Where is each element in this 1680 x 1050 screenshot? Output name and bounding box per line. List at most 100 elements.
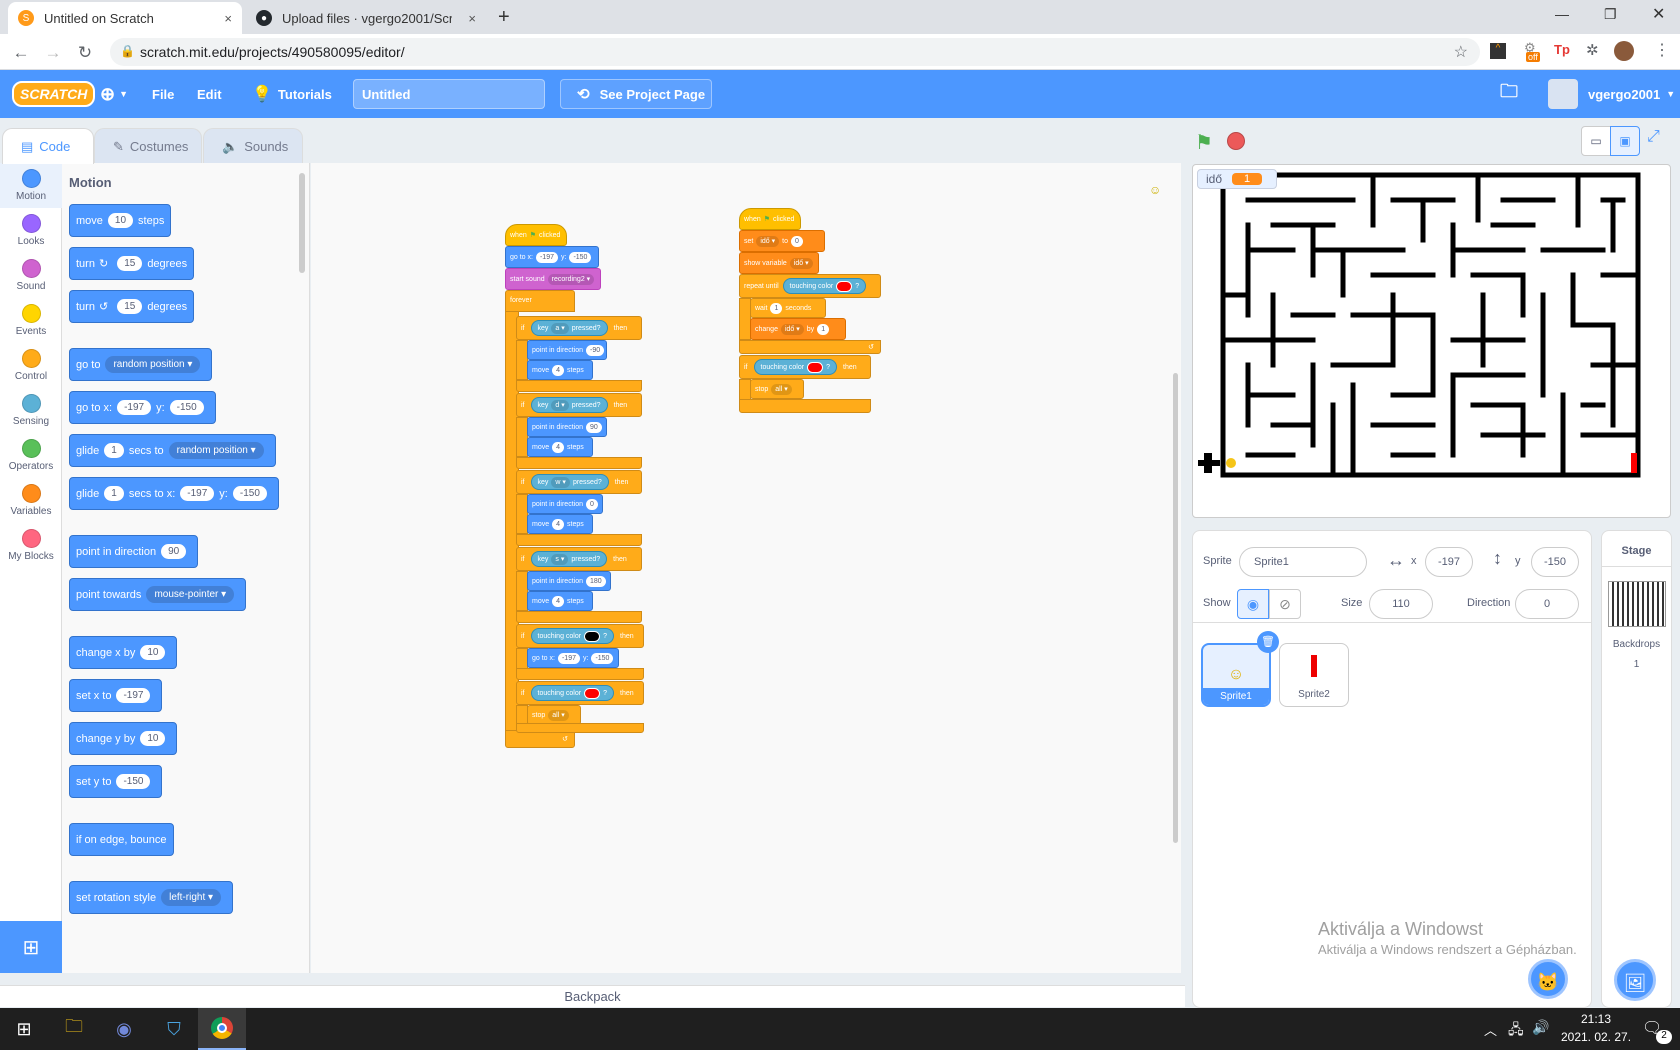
block-change-x[interactable]: change x by 10: [69, 636, 178, 669]
minimize-window-button[interactable]: —: [1555, 6, 1569, 22]
block-move-steps[interactable]: move 10 steps: [69, 204, 172, 237]
network-icon[interactable]: 🖧: [1508, 1019, 1524, 1043]
small-stage-button[interactable]: ▭: [1581, 126, 1611, 156]
bookmark-star-icon[interactable]: ☆: [1454, 42, 1468, 62]
stop-all-block[interactable]: stop all ▾: [527, 705, 581, 725]
normal-stage-button[interactable]: ▣: [1610, 126, 1640, 156]
my-stuff-folder-icon[interactable]: 🗀: [1500, 70, 1518, 118]
category-motion[interactable]: Motion: [0, 163, 62, 208]
fullscreen-button[interactable]: ⤢: [1647, 128, 1660, 146]
repeat-until-block[interactable]: repeat until touching color?: [739, 274, 881, 298]
set-variable-block[interactable]: set idő ▾ to 0: [739, 230, 825, 252]
account-menu[interactable]: vgergo2001 ▼: [1548, 70, 1675, 118]
browser-tab-scratch[interactable]: S Untitled on Scratch ×: [8, 2, 242, 34]
if-key-s-block[interactable]: if key s ▾ pressed? then: [516, 547, 642, 571]
move-steps-block[interactable]: move 4 steps: [527, 360, 593, 380]
tutorials-menu[interactable]: 💡 Tutorials: [252, 70, 332, 118]
extension-off-icon[interactable]: ⚙ off: [1524, 40, 1544, 62]
stop-button[interactable]: [1227, 132, 1245, 150]
block-point-towards[interactable]: point towards mouse-pointer ▾: [69, 578, 247, 611]
variable-monitor[interactable]: idő 1: [1197, 169, 1277, 189]
delete-sprite-button[interactable]: 🗑: [1257, 631, 1279, 653]
category-variables[interactable]: Variables: [0, 478, 62, 523]
see-project-page-button[interactable]: ⟲ See Project Page: [560, 79, 712, 109]
palette-scrollbar[interactable]: [299, 173, 305, 273]
point-direction-block[interactable]: point in direction 0: [527, 494, 603, 514]
block-set-x[interactable]: set x to -197: [69, 679, 163, 712]
forward-icon[interactable]: →: [42, 42, 64, 64]
wait-seconds-block[interactable]: wait 1 seconds: [750, 298, 826, 318]
point-direction-block[interactable]: point in direction 180: [527, 571, 611, 591]
block-glide-to-xy[interactable]: glide 1 secs to x: -197 y: -150: [69, 477, 279, 510]
move-steps-block[interactable]: move 4 steps: [527, 437, 593, 457]
chrome-icon[interactable]: [198, 1008, 246, 1050]
block-rotation-style[interactable]: set rotation style left-right ▾: [69, 881, 234, 914]
windows-start-icon[interactable]: ⊞: [0, 1008, 48, 1050]
tab-costumes[interactable]: ✎ Costumes: [94, 128, 202, 164]
add-extension-button[interactable]: ⊞: [0, 921, 62, 973]
goto-xy-block[interactable]: go to x: -197 y: -150: [505, 246, 599, 268]
green-flag-button[interactable]: ⚑: [1195, 130, 1213, 155]
if-touching-black-block[interactable]: if touching color? then: [516, 624, 644, 648]
edit-menu[interactable]: Edit: [197, 70, 222, 118]
sprite-thumb-sprite2[interactable]: Sprite2: [1279, 643, 1349, 707]
block-set-y[interactable]: set y to -150: [69, 765, 163, 798]
category-my-blocks[interactable]: My Blocks: [0, 523, 62, 568]
x-input[interactable]: -197: [1425, 547, 1473, 577]
category-sensing[interactable]: Sensing: [0, 388, 62, 433]
url-field[interactable]: 🔒 scratch.mit.edu/projects/490580095/edi…: [110, 38, 1480, 66]
project-title-input[interactable]: Untitled: [353, 79, 545, 109]
y-input[interactable]: -150: [1531, 547, 1579, 577]
profile-avatar-icon[interactable]: [1614, 41, 1634, 61]
stop-all-block[interactable]: stop all ▾: [750, 379, 804, 399]
when-flag-clicked-block[interactable]: when ⚑ clicked: [739, 208, 801, 230]
close-tab-icon[interactable]: ×: [468, 11, 476, 26]
browser-tab-github[interactable]: ● Upload files · vgergo2001/Scratch ×: [246, 2, 486, 34]
sprite-thumb-sprite1[interactable]: ☺ Sprite1: [1201, 643, 1271, 707]
change-variable-block[interactable]: change idő ▾ by 1: [750, 318, 846, 340]
if-key-w-block[interactable]: if key w ▾ pressed? then: [516, 470, 642, 494]
reload-icon[interactable]: ↻: [74, 42, 96, 64]
show-variable-block[interactable]: show variable idő ▾: [739, 252, 819, 274]
extensions-puzzle-icon[interactable]: ✲: [1586, 41, 1599, 59]
close-window-button[interactable]: ✕: [1652, 4, 1665, 24]
sprite-name-input[interactable]: Sprite1: [1239, 547, 1367, 577]
forever-block[interactable]: forever: [505, 290, 575, 312]
move-steps-block[interactable]: move 4 steps: [527, 591, 593, 611]
category-sound[interactable]: Sound: [0, 253, 62, 298]
block-bounce[interactable]: if on edge, bounce: [69, 823, 174, 856]
back-icon[interactable]: ←: [10, 42, 32, 64]
tab-code[interactable]: ▤ Code: [2, 128, 94, 164]
if-key-a-block[interactable]: if key a ▾ pressed? then: [516, 316, 642, 340]
translate-extension-icon[interactable]: Tp: [1554, 42, 1570, 57]
volume-icon[interactable]: 🔊: [1532, 1019, 1549, 1036]
point-direction-block[interactable]: point in direction -90: [527, 340, 607, 360]
if-touching-red-block[interactable]: if touching color? then: [739, 355, 871, 379]
rocket-league-icon[interactable]: ⛉: [150, 1008, 198, 1050]
block-turn-left[interactable]: turn ↺ 15 degrees: [69, 290, 195, 323]
discord-icon[interactable]: ◉: [100, 1008, 148, 1050]
move-steps-block[interactable]: move 4 steps: [527, 514, 593, 534]
browser-menu-icon[interactable]: ⋮: [1654, 40, 1670, 60]
block-change-y[interactable]: change y by 10: [69, 722, 178, 755]
block-glide-to[interactable]: glide 1 secs to random position ▾: [69, 434, 276, 467]
block-point-in-direction[interactable]: point in direction 90: [69, 535, 199, 568]
file-menu[interactable]: File: [152, 70, 174, 118]
category-events[interactable]: Events: [0, 298, 62, 343]
goto-xy-block[interactable]: go to x: -197 y: -150: [527, 648, 619, 668]
tray-chevron-icon[interactable]: ︿: [1484, 1020, 1497, 1039]
block-go-to-xy[interactable]: go to x: -197 y: -150: [69, 391, 216, 424]
category-operators[interactable]: Operators: [0, 433, 62, 478]
size-input[interactable]: 110: [1369, 589, 1433, 619]
direction-input[interactable]: 0: [1515, 589, 1579, 619]
if-key-d-block[interactable]: if key d ▾ pressed? then: [516, 393, 642, 417]
extension-icon[interactable]: ^: [1490, 43, 1506, 59]
when-flag-clicked-block[interactable]: when ⚑ clicked: [505, 224, 567, 246]
scratch-logo[interactable]: SCRATCH: [12, 70, 96, 118]
if-touching-red-block[interactable]: if touching color? then: [516, 681, 644, 705]
restore-window-button[interactable]: ❐: [1604, 6, 1617, 23]
stage-canvas[interactable]: idő 1: [1192, 164, 1671, 518]
workspace-scrollbar[interactable]: [1173, 373, 1178, 843]
choose-backdrop-button[interactable]: 🖼: [1614, 959, 1656, 1001]
start-sound-block[interactable]: start sound recording2 ▾: [505, 268, 601, 290]
